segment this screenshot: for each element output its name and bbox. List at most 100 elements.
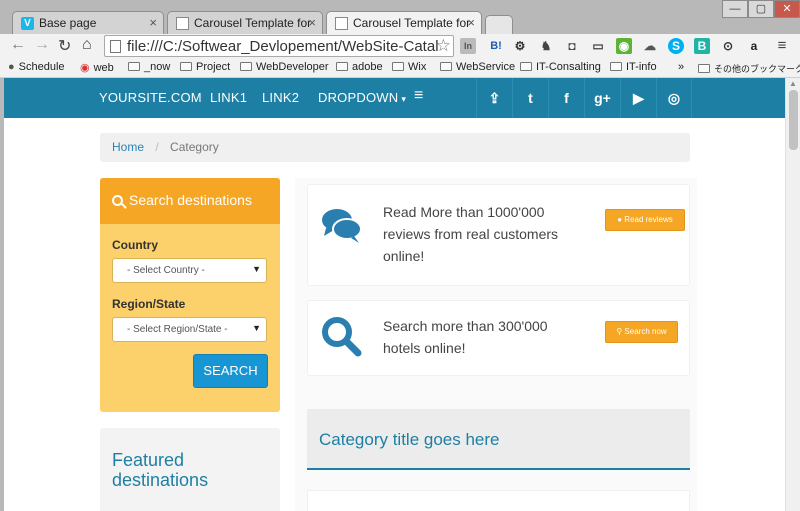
bookmark-webdeveloper[interactable]: WebDeveloper [240, 61, 329, 73]
read-reviews-button[interactable]: ● Read reviews [605, 209, 685, 231]
bookmark-webservice[interactable]: WebService [440, 61, 515, 73]
bookmark-label: その他のブックマーク [714, 64, 800, 74]
region-label: Region/State [112, 297, 186, 311]
folder-icon [440, 62, 452, 71]
bookmark-star-icon[interactable]: ☆ [436, 36, 451, 56]
bookmark-wix[interactable]: Wix [392, 61, 426, 73]
select-arrow-icon: ▼ [252, 323, 261, 333]
country-select-value: - Select Country - [127, 265, 205, 276]
bookmark-label: Project [196, 61, 231, 73]
tab-carousel-2[interactable]: Carousel Template for B × [326, 11, 482, 34]
scrollbar-thumb[interactable] [789, 90, 798, 150]
google-plus-icon[interactable]: g+ [584, 78, 620, 118]
folder-icon [128, 62, 140, 71]
search-magnifier-icon [320, 315, 364, 359]
select-arrow-icon: ▼ [252, 264, 261, 274]
forward-arrow-icon[interactable]: → [34, 36, 50, 54]
menu-icon[interactable]: ≡ [774, 38, 790, 54]
search-button[interactable]: SEARCH [193, 354, 268, 388]
vimeo-icon: V [21, 17, 34, 30]
search-panel-title: Search destinations [129, 192, 252, 208]
new-tab-button[interactable] [485, 15, 513, 34]
folder-icon [392, 62, 404, 71]
bookmark-label: Wix [408, 61, 427, 73]
region-select-value: - Select Region/State - [127, 324, 228, 335]
nav-dropdown[interactable]: DROPDOWN ▾ [318, 90, 406, 105]
youtube-icon[interactable]: ▶ [620, 78, 656, 118]
chess-knight-icon[interactable]: ♞ [538, 38, 554, 54]
other-bookmarks[interactable]: その他のブックマーク [698, 62, 800, 75]
skype-icon[interactable]: S [668, 38, 684, 54]
reviews-card: Read More than 1000'000 reviews from rea… [307, 184, 690, 286]
tab-strip: V Base page × Carousel Template for B × … [0, 0, 800, 34]
bookmark-label: _now [144, 61, 171, 73]
country-label: Country [112, 238, 158, 252]
search-panel-header: Search destinations [100, 178, 280, 224]
minimize-button[interactable]: — [722, 0, 748, 18]
bookmark-label: WebDeveloper [256, 61, 329, 73]
breadcrumb: Home / Category [100, 133, 690, 162]
dribbble-icon[interactable]: ◎ [656, 78, 692, 118]
breadcrumb-home[interactable]: Home [112, 140, 144, 154]
close-tab-icon[interactable]: × [467, 15, 475, 30]
back-arrow-icon[interactable]: ← [10, 36, 26, 54]
bookmark-it-info[interactable]: IT-info [610, 61, 657, 73]
bookmarks-overflow[interactable]: » [678, 61, 684, 73]
page-scrollbar[interactable]: ▲ [785, 78, 800, 511]
teal-ext-icon[interactable]: B [694, 38, 710, 54]
address-bar[interactable]: file:///C:/Softwear_Devlopement/WebSite-… [104, 35, 454, 57]
pocket-icon[interactable]: ◘ [564, 38, 580, 54]
hamburger-icon[interactable]: ≡ [414, 87, 424, 105]
bookmarks-bar: ● Schedule ◉ web _now Project WebDeveloper… [0, 58, 800, 78]
featured-destinations-panel: Featured destinations [100, 428, 280, 511]
bookmark-adobe[interactable]: adobe [336, 61, 383, 73]
twitter-icon[interactable]: t [512, 78, 548, 118]
bookmark-label: web [93, 62, 114, 74]
clock-ext-icon[interactable]: ⊙ [720, 38, 736, 54]
bookmark-project[interactable]: Project [180, 61, 230, 73]
site-navbar: YOURSITE.COM LINK1 LINK2 DROPDOWN ▾ ≡ ⇪ t… [4, 78, 785, 118]
hatena-bookmark-icon[interactable]: B! [488, 38, 504, 54]
gear-icon[interactable]: ⚙ [512, 38, 528, 54]
tab-title: Carousel Template for B [353, 16, 473, 30]
amazon-icon[interactable]: a [746, 38, 762, 54]
folder-icon [240, 62, 252, 71]
country-select[interactable]: - Select Country - ▼ [112, 258, 267, 283]
bookmark-label: Schedule [18, 61, 65, 73]
search-now-button[interactable]: ⚲ Search now [605, 321, 678, 343]
bookmark-now[interactable]: _now [128, 61, 170, 73]
main-content: Read More than 1000'000 reviews from rea… [295, 178, 697, 511]
close-window-button[interactable]: ✕ [774, 0, 800, 18]
nav-link1[interactable]: LINK1 [210, 90, 247, 105]
facebook-icon[interactable]: f [548, 78, 584, 118]
tab-carousel-1[interactable]: Carousel Template for B × [167, 11, 323, 34]
nav-link2[interactable]: LINK2 [262, 90, 299, 105]
bookmark-label: IT-Consalting [536, 61, 601, 73]
tab-base-page[interactable]: V Base page × [12, 11, 164, 34]
hotels-card: Search more than 300'000 hotels online! … [307, 300, 690, 376]
scroll-up-arrow-icon[interactable]: ▲ [789, 79, 797, 88]
site-brand-link[interactable]: YOURSITE.COM [99, 90, 202, 105]
share-icon[interactable]: ⇪ [476, 78, 512, 118]
caret-down-icon: ▾ [401, 94, 407, 104]
close-tab-icon[interactable]: × [308, 15, 316, 30]
bookmark-web[interactable]: ◉ web [80, 61, 114, 74]
folder-icon [698, 64, 710, 73]
bookmark-it-consalting[interactable]: IT-Consalting [520, 61, 601, 73]
linkedin-ext-icon[interactable]: In [460, 38, 476, 54]
cloud-ext-icon[interactable]: ☁ [642, 38, 658, 54]
cast-icon[interactable]: ▭ [590, 38, 606, 54]
region-select[interactable]: - Select Region/State - ▼ [112, 317, 267, 342]
address-text: file:///C:/Softwear_Devlopement/WebSite-… [127, 38, 439, 55]
breadcrumb-current: Category [170, 140, 219, 154]
bookmark-schedule[interactable]: ● Schedule [8, 61, 65, 73]
reload-icon[interactable]: ↻ [58, 36, 71, 56]
search-destinations-panel: Search destinations Country - Select Cou… [100, 178, 280, 412]
green-ext-icon[interactable]: ◉ [616, 38, 632, 54]
search-icon [112, 195, 123, 206]
home-icon[interactable]: ⌂ [82, 36, 92, 54]
close-tab-icon[interactable]: × [149, 15, 157, 30]
breadcrumb-separator: / [155, 140, 159, 154]
maximize-button[interactable]: ▢ [748, 0, 774, 18]
folder-icon [336, 62, 348, 71]
